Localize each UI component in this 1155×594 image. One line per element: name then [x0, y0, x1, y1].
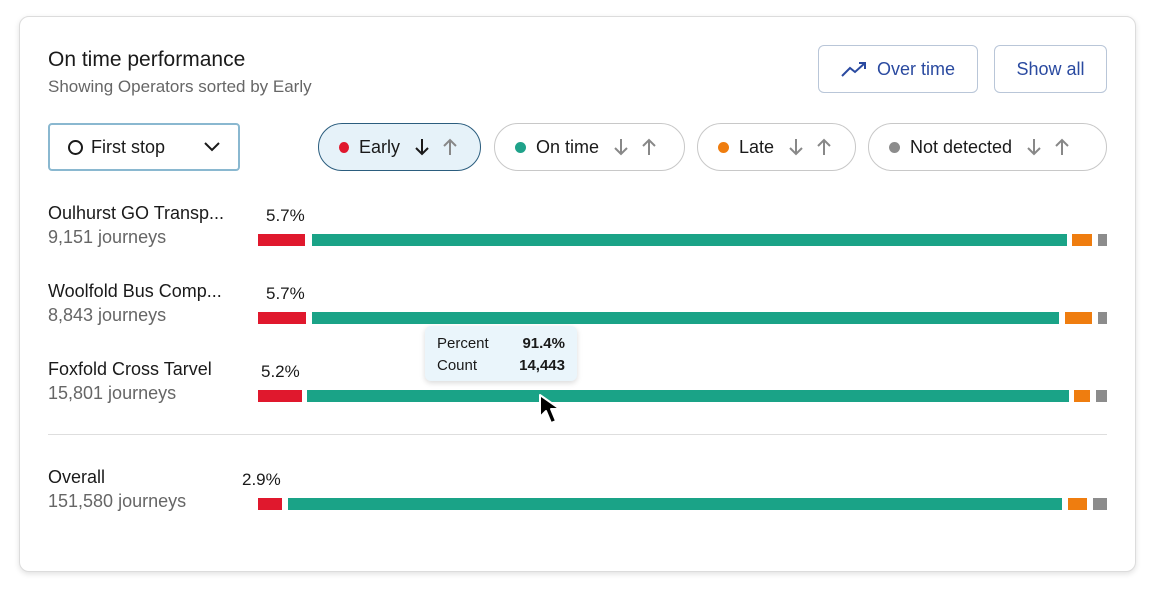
sort-down-icon[interactable] — [786, 137, 806, 157]
not-detected-bar[interactable] — [1098, 312, 1107, 324]
early-bar[interactable] — [258, 390, 302, 402]
filter-early[interactable]: Early — [318, 123, 481, 171]
chevron-down-icon — [204, 142, 220, 152]
operator-name: Woolfold Bus Comp... — [48, 281, 222, 301]
filter-not-detected[interactable]: Not detected — [868, 123, 1107, 171]
show-all-label: Show all — [1016, 58, 1085, 79]
stop-select[interactable]: First stop — [48, 123, 240, 171]
early-percent-label: 5.2% — [261, 362, 300, 381]
operator-journeys: 9,151 journeys — [48, 227, 167, 247]
late-dot-icon — [718, 141, 729, 153]
not-detected-bar[interactable] — [1098, 234, 1107, 246]
not-detected-dot-icon — [889, 141, 900, 153]
sort-down-icon[interactable] — [1024, 137, 1044, 157]
over-time-button[interactable]: Over time — [818, 45, 978, 93]
late-bar[interactable] — [1074, 390, 1090, 402]
operator-name: Oulhurst GO Transp... — [48, 203, 225, 223]
operator-journeys: 15,801 journeys — [48, 383, 177, 403]
operator-journeys: 8,843 journeys — [48, 305, 167, 325]
early-bar[interactable] — [258, 234, 305, 246]
early-percent-label: 5.7% — [266, 206, 305, 225]
sort-down-icon[interactable] — [611, 137, 631, 157]
on-time-bar[interactable] — [307, 390, 1069, 402]
tooltip-percent-value: 91.4% — [522, 334, 565, 352]
sort-up-icon[interactable] — [1052, 137, 1072, 157]
overall-name: Overall — [48, 467, 106, 487]
stop-select-value: First stop — [91, 136, 166, 157]
filter-on-time[interactable]: On time — [494, 123, 685, 171]
sort-up-icon[interactable] — [440, 137, 460, 157]
on-time-bar[interactable] — [312, 234, 1067, 246]
early-percent-label: 2.9% — [242, 470, 281, 489]
tooltip-count-value: 14,443 — [519, 356, 565, 374]
show-all-button[interactable]: Show all — [994, 45, 1107, 93]
filter-late-label: Late — [739, 136, 775, 157]
on-time-bar[interactable] — [312, 312, 1059, 324]
early-bar[interactable] — [258, 498, 282, 510]
mouse-cursor-icon — [539, 394, 561, 424]
early-percent-label: 5.7% — [266, 284, 305, 303]
trend-line-icon — [841, 62, 866, 77]
overall-journeys: 151,580 journeys — [48, 491, 187, 511]
sort-down-icon[interactable] — [412, 137, 432, 157]
bar-tooltip: Percent 91.4% Count 14,443 — [425, 326, 577, 381]
card-subtitle: Showing Operators sorted by Early — [48, 77, 312, 96]
filter-on-time-label: On time — [536, 136, 600, 157]
not-detected-bar[interactable] — [1096, 390, 1107, 402]
filter-late[interactable]: Late — [697, 123, 856, 171]
sort-up-icon[interactable] — [639, 137, 659, 157]
card-title: On time performance — [48, 48, 246, 71]
late-bar[interactable] — [1072, 234, 1092, 246]
filter-early-label: Early — [358, 136, 400, 157]
early-dot-icon — [339, 141, 349, 153]
operator-name: Foxfold Cross Tarvel — [48, 359, 212, 379]
on-time-dot-icon — [515, 141, 526, 153]
tooltip-count-label: Count — [437, 356, 478, 374]
late-bar[interactable] — [1068, 498, 1087, 510]
tooltip-percent-label: Percent — [437, 334, 489, 352]
early-bar[interactable] — [258, 312, 306, 324]
over-time-label: Over time — [876, 58, 955, 79]
sort-up-icon[interactable] — [814, 137, 834, 157]
late-bar[interactable] — [1065, 312, 1092, 324]
not-detected-bar[interactable] — [1093, 498, 1107, 510]
stop-circle-icon — [68, 139, 83, 155]
filter-not-detected-label: Not detected — [910, 136, 1013, 157]
divider — [48, 434, 1107, 435]
on-time-bar[interactable] — [288, 498, 1062, 510]
